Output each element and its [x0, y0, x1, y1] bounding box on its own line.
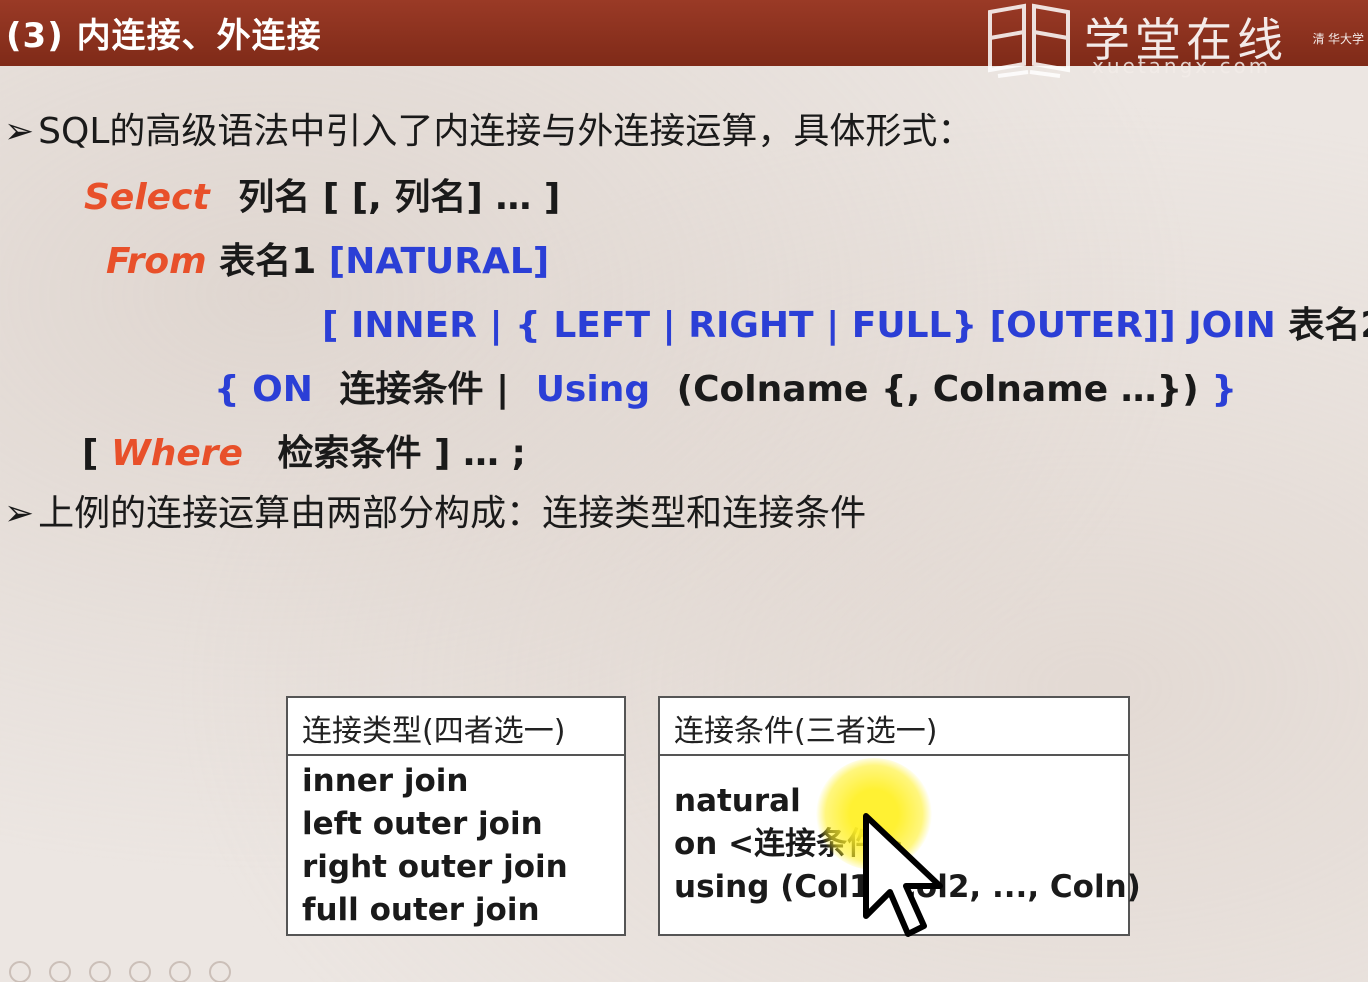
- colname-list: (Colname {, Colname …}): [676, 369, 1199, 410]
- join-type-list: inner join left outer join right outer j…: [288, 756, 624, 936]
- where-clause: [ Where 检索条件 ] … ;: [82, 424, 526, 476]
- table2-name: 表名2: [1288, 305, 1368, 346]
- book-logo-icon: [988, 3, 1070, 78]
- slide-title: (3) 内连接、外连接: [6, 16, 322, 56]
- on-keyword: { ON: [214, 369, 313, 410]
- join-type-box: 连接类型(四者选一) inner join left outer join ri…: [286, 696, 626, 936]
- where-keyword: Where: [111, 433, 243, 474]
- natural-option: [NATURAL]: [328, 241, 550, 282]
- university-mark: 清 华大学: [1312, 32, 1364, 46]
- title-bar: (3) 内连接、外连接 学堂在线 xuetangx.com 清 华大学: [0, 0, 1368, 78]
- select-columns: 列名 [ [, 列名] … ]: [238, 177, 561, 218]
- join-options: [ INNER | { LEFT | RIGHT | FULL} [OUTER]…: [322, 305, 1276, 346]
- select-clause: Select 列名 [ [, 列名] … ]: [84, 168, 560, 220]
- intro-line: ➢ SQL的高级语法中引入了内连接与外连接运算，具体形式：: [4, 102, 973, 154]
- join-type-header: 连接类型(四者选一): [288, 698, 624, 756]
- where-condition: 检索条件 ] … ;: [277, 433, 526, 474]
- logo-english-text: xuetangx.com: [1092, 54, 1272, 78]
- summary-text: 上例的连接运算由两部分构成：连接类型和连接条件: [38, 493, 867, 534]
- join-condition-text: 连接条件 |: [339, 369, 510, 410]
- list-item: right outer join: [302, 849, 568, 885]
- list-item: inner join: [302, 763, 469, 799]
- mouse-pointer-icon: [863, 813, 943, 937]
- join-clause: [ INNER | { LEFT | RIGHT | FULL} [OUTER]…: [322, 296, 1368, 348]
- on-using-clause: { ON 连接条件 | Using (Colname {, Colname …}…: [214, 360, 1237, 412]
- list-item: full outer join: [302, 892, 540, 928]
- on-close-brace: }: [1211, 369, 1237, 410]
- arrow-bullet-icon: ➢: [4, 111, 35, 152]
- from-keyword: From: [106, 241, 207, 282]
- table1-name: 表名1: [219, 241, 317, 282]
- from-clause: From 表名1 [NATURAL]: [106, 232, 549, 284]
- select-keyword: Select: [84, 177, 210, 218]
- list-item: left outer join: [302, 806, 543, 842]
- xuetangx-logo: 学堂在线 xuetangx.com 清 华大学: [984, 0, 1368, 80]
- where-open-bracket: [: [82, 433, 99, 474]
- intro-text: SQL的高级语法中引入了内连接与外连接运算，具体形式：: [38, 111, 974, 152]
- join-condition-header: 连接条件(三者选一): [660, 698, 1128, 756]
- slide-nav-icons[interactable]: [6, 958, 306, 982]
- arrow-bullet-icon: ➢: [4, 493, 35, 534]
- summary-line: ➢ 上例的连接运算由两部分构成：连接类型和连接条件: [4, 484, 866, 536]
- using-keyword: Using: [535, 369, 651, 410]
